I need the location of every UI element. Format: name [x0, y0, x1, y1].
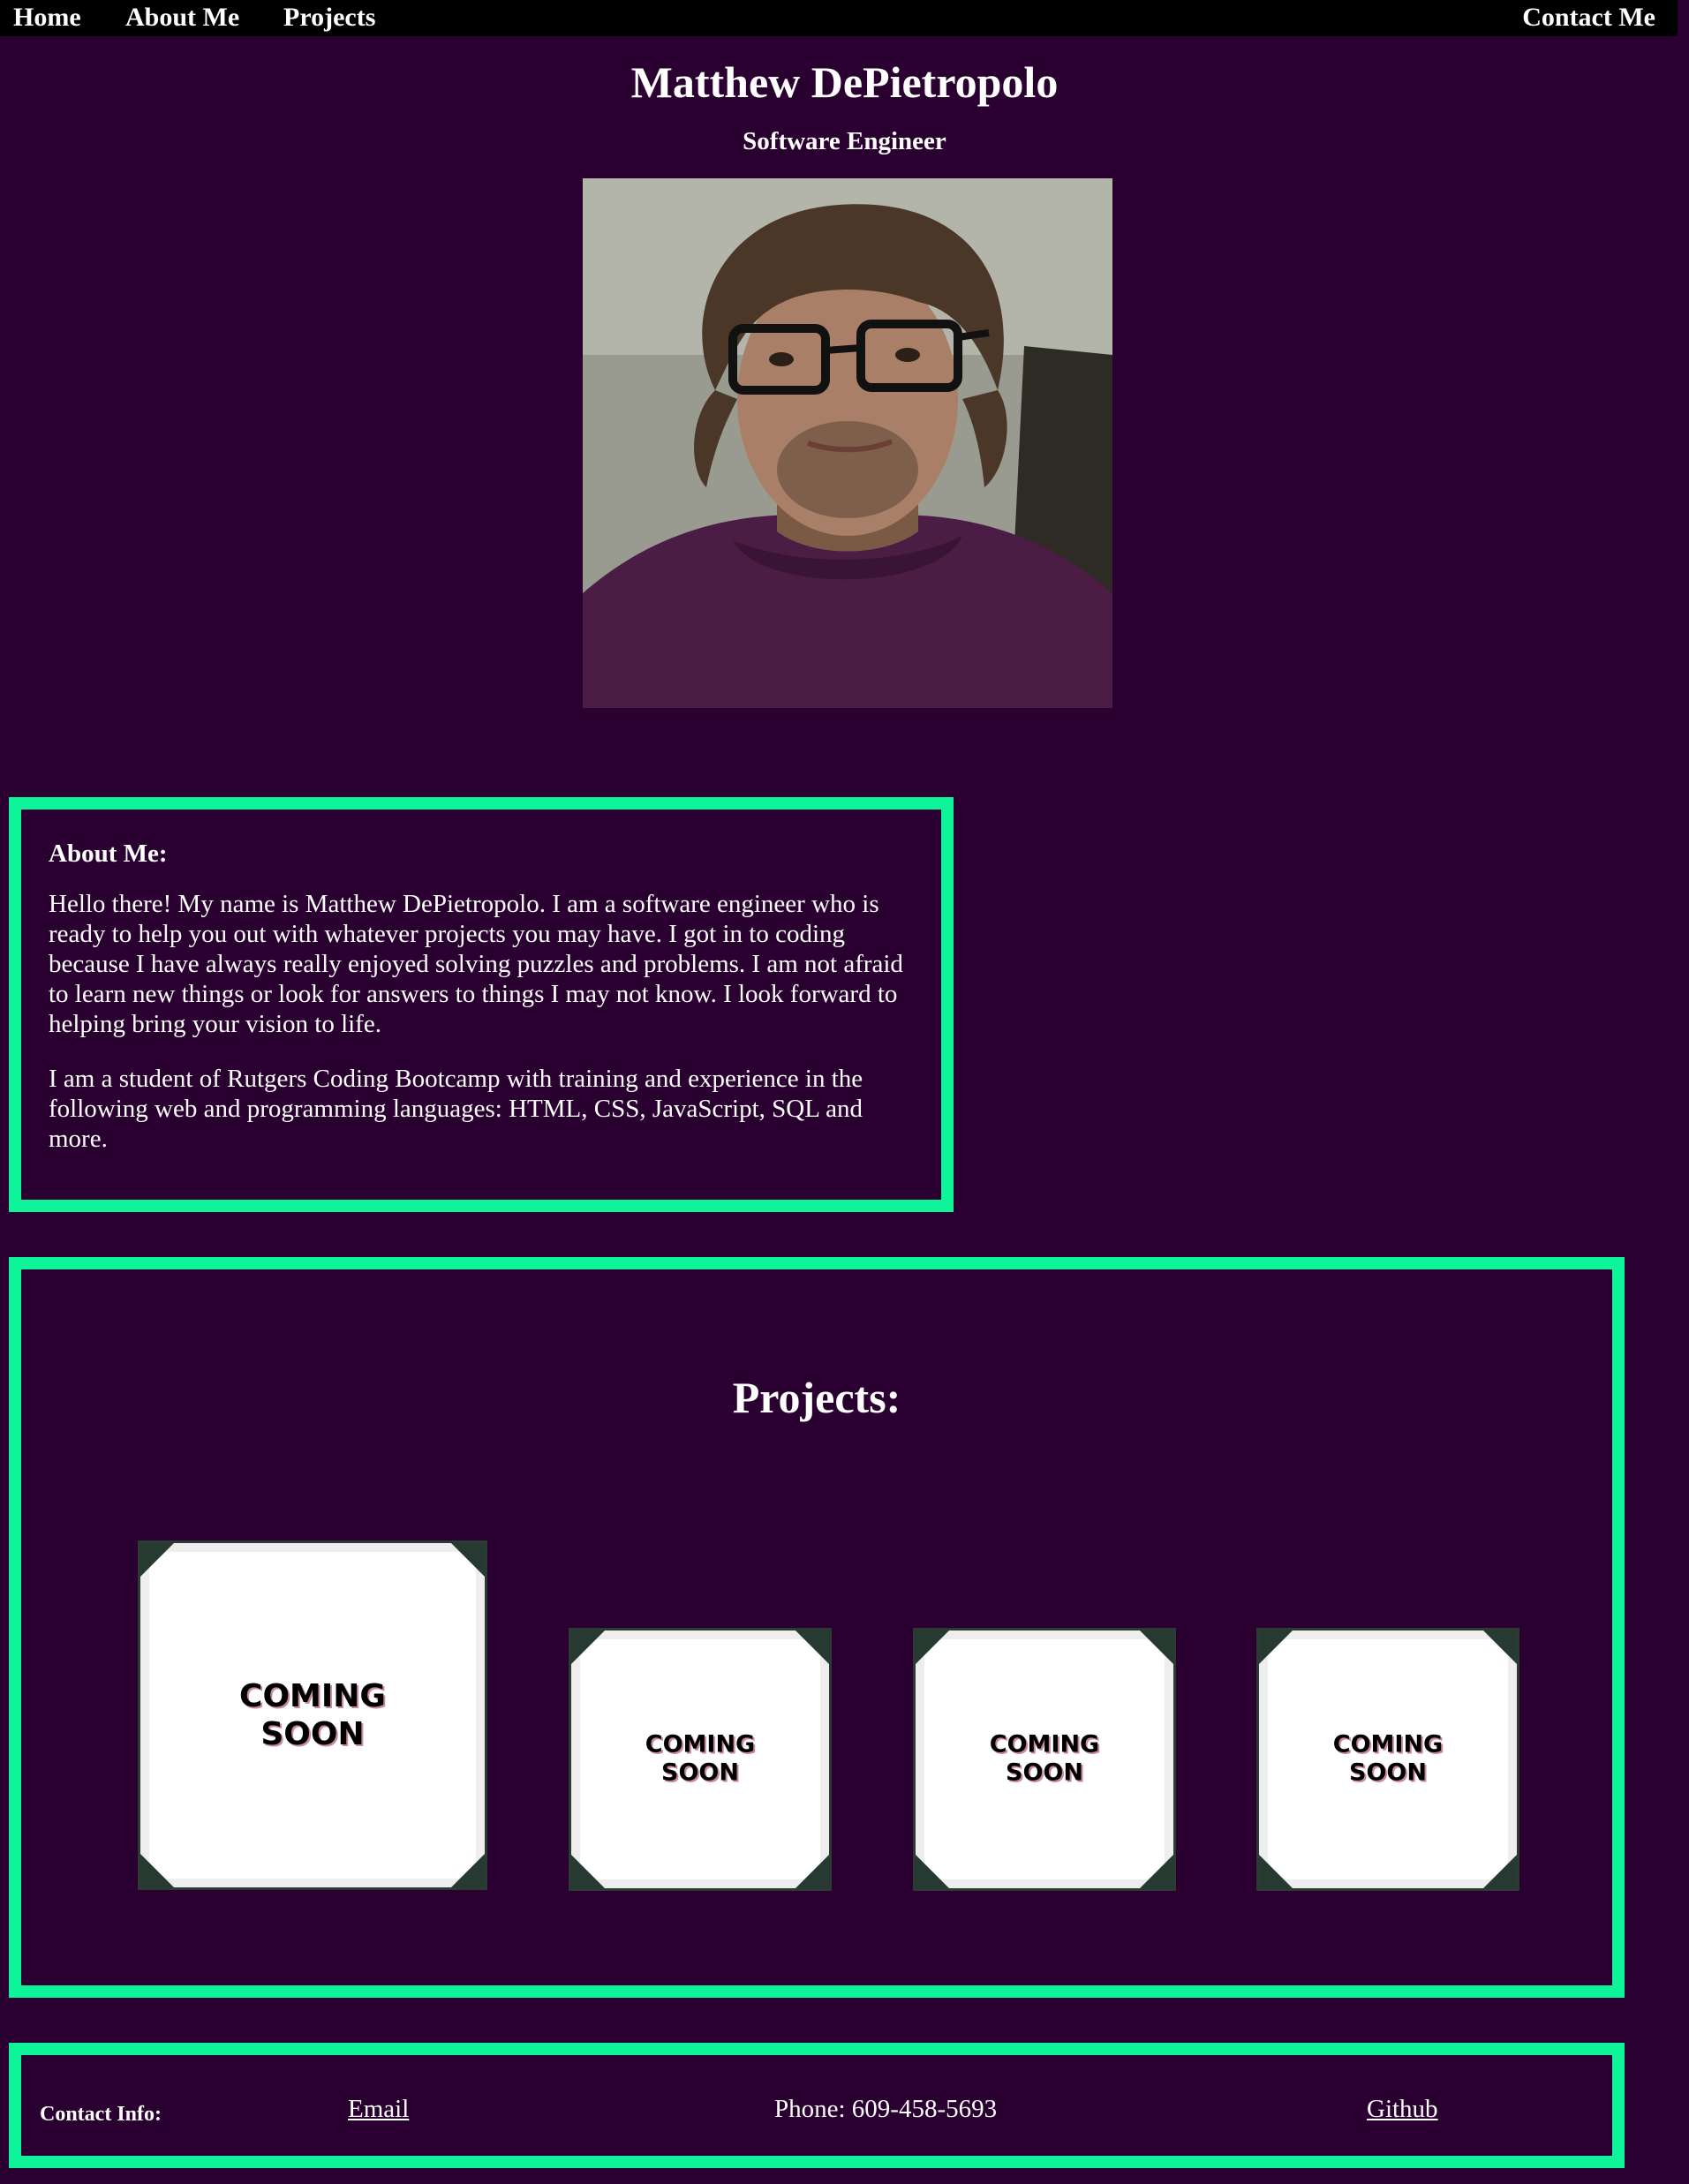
- project-card[interactable]: COMING SOON: [1256, 1628, 1519, 1891]
- corner-decoration: [140, 1854, 174, 1887]
- contact-heading: Contact Info:: [40, 2103, 162, 2126]
- coming-soon-label: COMING SOON: [645, 1730, 756, 1787]
- page-subtitle: Software Engineer: [743, 127, 946, 155]
- profile-photo: [583, 178, 1112, 708]
- about-paragraph: I am a student of Rutgers Coding Bootcam…: [49, 1065, 863, 1153]
- corner-decoration: [1140, 1855, 1173, 1888]
- projects-heading: Projects:: [732, 1373, 901, 1422]
- nav-home-link[interactable]: Home: [13, 0, 81, 36]
- corner-decoration: [1259, 1630, 1293, 1664]
- corner-decoration: [140, 1543, 174, 1577]
- page-title: Matthew DePietropolo: [630, 57, 1059, 107]
- coming-soon-label: COMING SOON: [989, 1730, 1100, 1787]
- corner-decoration: [1483, 1855, 1517, 1888]
- phone-number: Phone: 609-458-5693: [774, 2095, 998, 2123]
- top-nav: Home About Me Projects Contact Me: [0, 0, 1678, 36]
- project-card[interactable]: COMING SOON: [569, 1628, 832, 1891]
- about-heading: About Me:: [49, 840, 168, 868]
- corner-decoration: [1140, 1630, 1173, 1664]
- corner-decoration: [916, 1855, 949, 1888]
- coming-soon-label: COMING SOON: [1332, 1730, 1444, 1787]
- corner-decoration: [795, 1630, 829, 1664]
- corner-decoration: [571, 1855, 605, 1888]
- project-card[interactable]: COMING SOON: [138, 1540, 487, 1890]
- corner-decoration: [1259, 1855, 1293, 1888]
- nav-contact-link[interactable]: Contact Me: [1522, 0, 1655, 36]
- about-paragraph: Hello there! My name is Matthew DePietro…: [49, 890, 903, 1038]
- projects-section: Projects: COMING SOON COMING SOON COMING…: [9, 1257, 1625, 1998]
- github-link[interactable]: Github: [1367, 2093, 1438, 2125]
- project-card[interactable]: COMING SOON: [913, 1628, 1176, 1891]
- nav-about-link[interactable]: About Me: [125, 0, 239, 36]
- corner-decoration: [451, 1854, 485, 1887]
- corner-decoration: [1483, 1630, 1517, 1664]
- email-link[interactable]: Email: [348, 2093, 409, 2125]
- corner-decoration: [916, 1630, 949, 1664]
- coming-soon-label: COMING SOON: [239, 1677, 386, 1752]
- nav-projects-link[interactable]: Projects: [283, 0, 375, 36]
- corner-decoration: [795, 1855, 829, 1888]
- contact-section: Contact Info: Email Phone: 609-458-5693 …: [9, 2043, 1625, 2168]
- corner-decoration: [451, 1543, 485, 1577]
- about-section: About Me: Hello there! My name is Matthe…: [9, 797, 954, 1212]
- corner-decoration: [571, 1630, 605, 1664]
